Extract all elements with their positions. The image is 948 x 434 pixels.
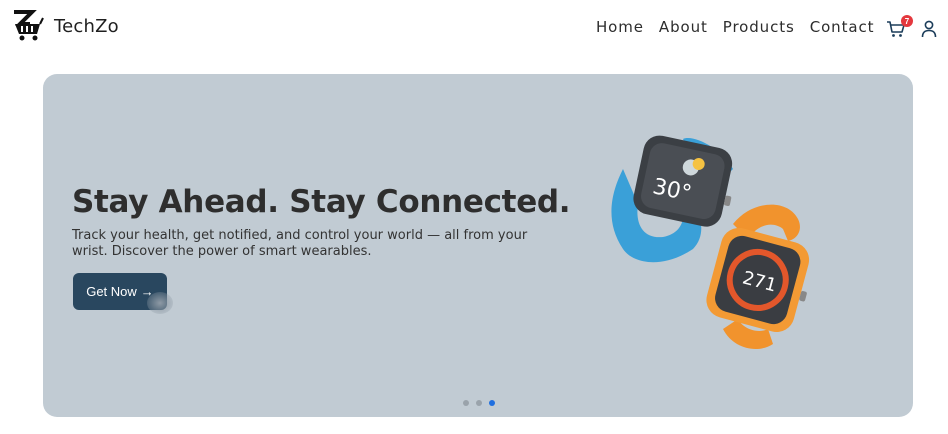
hero-headline: Stay Ahead. Stay Connected. [72, 184, 571, 220]
brand-name: TechZo [54, 15, 119, 37]
nav-home[interactable]: Home [596, 18, 644, 36]
cart-count-badge: 7 [901, 15, 913, 27]
smartwatches-image: 30° 271 [611, 135, 810, 349]
carousel-dot[interactable] [463, 400, 469, 406]
nav-contact[interactable]: Contact [810, 18, 875, 36]
nav-about[interactable]: About [659, 18, 708, 36]
nav-products[interactable]: Products [723, 18, 795, 36]
shopping-cart-z-logo-icon [14, 10, 44, 41]
main-nav: Home About Products Contact [596, 18, 874, 36]
get-now-label: Get Now [86, 284, 137, 299]
hero-banner: Stay Ahead. Stay Connected. Track your h… [43, 74, 913, 417]
button-shadow-blob [147, 292, 173, 314]
carousel-dot[interactable] [476, 400, 482, 406]
carousel-dot-active[interactable] [489, 400, 495, 406]
user-icon[interactable] [921, 20, 937, 38]
brand-logo[interactable]: TechZo [12, 10, 119, 42]
carousel-indicators [463, 400, 495, 406]
site-header: TechZo Home About Products Contact 7 [0, 0, 948, 56]
hero-subtext: Track your health, get notified, and con… [72, 228, 528, 259]
